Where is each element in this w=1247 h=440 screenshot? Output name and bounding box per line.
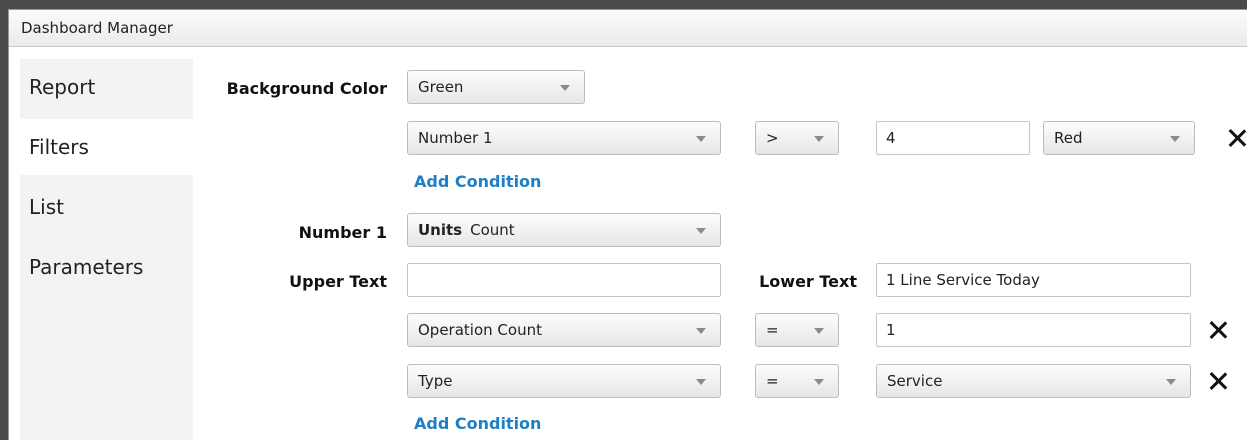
condition-1-operator-value: = <box>766 321 779 339</box>
condition-operator-select[interactable]: > <box>755 121 839 155</box>
sidebar-item-list[interactable]: List <box>20 179 193 235</box>
window-title: Dashboard Manager <box>9 10 1247 47</box>
add-condition-link-2[interactable]: Add Condition <box>414 414 541 433</box>
condition-color-select[interactable]: Red <box>1043 121 1195 155</box>
upper-text-input[interactable] <box>407 263 721 297</box>
upper-text-label: Upper Text <box>289 272 387 291</box>
condition-field-select[interactable]: Number 1 <box>407 121 721 155</box>
number1-label: Number 1 <box>298 223 387 242</box>
condition-1-field-select[interactable]: Operation Count <box>407 313 721 347</box>
chevron-down-icon <box>1166 379 1176 385</box>
chevron-down-icon <box>696 228 706 234</box>
condition-field-value: Number 1 <box>418 129 493 147</box>
background-color-value: Green <box>418 78 464 96</box>
condition-1-field-value: Operation Count <box>418 321 542 339</box>
units-label: Units <box>418 221 463 239</box>
chevron-down-icon <box>696 136 706 142</box>
chevron-down-icon <box>1170 136 1180 142</box>
remove-condition-1-close-icon[interactable] <box>1207 319 1229 341</box>
sidebar-item-parameters[interactable]: Parameters <box>20 239 193 295</box>
chevron-down-icon <box>814 136 824 142</box>
remove-condition-2-close-icon[interactable] <box>1207 370 1229 392</box>
condition-value-input[interactable] <box>876 121 1030 155</box>
condition-2-field-select[interactable]: Type <box>407 364 721 398</box>
condition-2-value-select[interactable]: Service <box>876 364 1191 398</box>
lower-text-input[interactable] <box>876 263 1191 297</box>
background-color-select[interactable]: Green <box>407 70 585 104</box>
lower-text-label: Lower Text <box>759 272 857 291</box>
chevron-down-icon <box>696 328 706 334</box>
remove-condition-close-icon[interactable] <box>1226 127 1247 149</box>
chevron-down-icon <box>696 379 706 385</box>
add-condition-link[interactable]: Add Condition <box>414 172 541 191</box>
number1-units-select[interactable]: Units Count <box>407 213 721 247</box>
sidebar-item-report[interactable]: Report <box>20 59 193 115</box>
sidebar: Report Filters List Parameters <box>20 59 193 440</box>
dashboard-manager-window: Dashboard Manager Report Filters List Pa… <box>8 9 1247 440</box>
chevron-down-icon <box>814 328 824 334</box>
condition-2-value: Service <box>887 372 943 390</box>
background-color-label: Background Color <box>226 79 387 98</box>
condition-1-value-input[interactable] <box>876 313 1191 347</box>
condition-1-operator-select[interactable]: = <box>755 313 839 347</box>
condition-2-operator-select[interactable]: = <box>755 364 839 398</box>
units-value: Count <box>470 221 515 239</box>
condition-2-field-value: Type <box>418 372 453 390</box>
chevron-down-icon <box>560 85 570 91</box>
condition-operator-value: > <box>766 129 779 147</box>
condition-2-operator-value: = <box>766 372 779 390</box>
sidebar-item-filters[interactable]: Filters <box>20 119 193 175</box>
chevron-down-icon <box>814 379 824 385</box>
condition-color-value: Red <box>1054 129 1083 147</box>
